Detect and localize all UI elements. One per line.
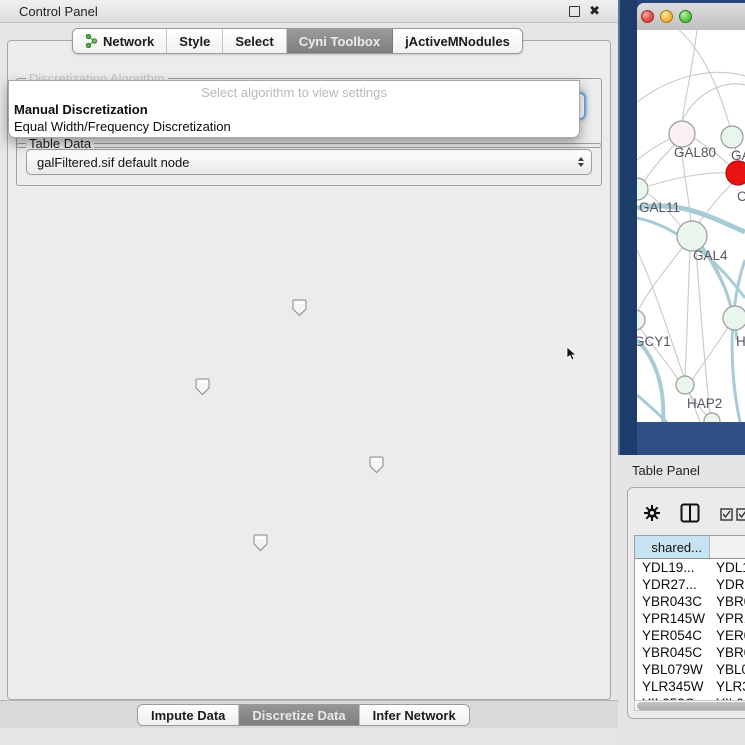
node-gal11[interactable] (637, 178, 648, 200)
algorithm-dropdown-popup: Select algorithm to view settings Manual… (8, 80, 580, 138)
gear-icon[interactable] (643, 504, 661, 522)
table-header-row: shared... n (635, 536, 745, 559)
zoom-traffic-light-icon[interactable] (679, 10, 692, 23)
tab-label: Infer Network (373, 708, 456, 723)
cell-shared[interactable]: YPR145W (635, 610, 710, 627)
table-row[interactable]: YPR145WYPR1 (635, 610, 745, 627)
tab-label: Select (235, 34, 273, 49)
table-panel: Table Panel (618, 455, 745, 745)
network-window-titlebar[interactable] (637, 3, 745, 31)
cell-name[interactable]: YDL1 (710, 559, 745, 576)
tab-jactivemnodules[interactable]: jActiveMNodules (393, 29, 522, 53)
table-row[interactable]: YBR043CYBR0 (635, 593, 745, 610)
node-label-hap2: HAP2 (687, 396, 722, 411)
table-panel-box: shared... n YDL19...YDL1 YDR27...YDR2 YB… (627, 487, 745, 719)
column-header-name[interactable]: n (710, 536, 745, 558)
menu-item-equal-width-discretization[interactable]: Equal Width/Frequency Discretization (14, 119, 231, 134)
tab-select[interactable]: Select (223, 29, 286, 53)
cell-shared[interactable]: YBR043C (635, 593, 710, 610)
node-table: shared... n YDL19...YDL1 YDR27...YDR2 YB… (634, 535, 745, 701)
node-label-gal80: GAL80 (674, 145, 716, 160)
mouse-cursor (566, 346, 577, 361)
cell-shared[interactable]: YDL19... (635, 559, 710, 576)
cell-name[interactable]: YPR1 (710, 610, 745, 627)
close-traffic-light-icon[interactable] (641, 10, 654, 23)
cell-shared[interactable]: YDR27... (635, 576, 710, 593)
tab-style[interactable]: Style (167, 29, 223, 53)
table-horizontal-scrollbar[interactable] (634, 700, 745, 711)
bottom-tab-strip: Impute Data Discretize Data Infer Networ… (0, 700, 618, 728)
cell-name[interactable]: YBR0 (710, 593, 745, 610)
table-row[interactable]: YLR345WYLR3 (635, 678, 745, 695)
slider-thumb[interactable] (253, 534, 268, 555)
close-icon[interactable]: ✖ (589, 3, 600, 19)
desktop-edge (618, 0, 637, 455)
node-label-ga: GA (731, 148, 745, 163)
node-gal80[interactable] (669, 121, 695, 147)
table-row[interactable]: YER054CYER0 (635, 627, 745, 644)
node-ga[interactable] (721, 126, 743, 148)
algorithm-placeholder: Select algorithm to view settings (9, 85, 579, 100)
cell-shared[interactable]: YBL079W (635, 661, 710, 678)
tab-impute-data[interactable]: Impute Data (138, 705, 239, 725)
node-h[interactable] (723, 306, 745, 330)
slider-thumb[interactable] (195, 378, 210, 399)
cell-shared[interactable]: YLR345W (635, 678, 710, 695)
network-desktop: GAL80 GA C GAL11 GAL4 GCY1 H HAP2 (618, 0, 745, 455)
table-row[interactable]: YDR27...YDR2 (635, 576, 745, 593)
bottom-tabbar: Impute Data Discretize Data Infer Networ… (137, 704, 470, 726)
checkbox-columns-icon[interactable] (720, 508, 745, 521)
tab-label: jActiveMNodules (405, 34, 510, 49)
minimize-traffic-light-icon[interactable] (660, 10, 673, 23)
slider-thumb[interactable] (292, 299, 307, 320)
slider-thumb[interactable] (369, 456, 384, 477)
cell-shared[interactable]: YBR045C (635, 644, 710, 661)
tab-label: Network (103, 34, 154, 49)
tab-cyni-toolbox[interactable]: Cyni Toolbox (287, 29, 393, 53)
node-gal4[interactable] (677, 221, 707, 251)
cell-name[interactable]: YLR3 (710, 678, 745, 695)
node-label-c: C (737, 189, 745, 204)
node-red-selected[interactable] (726, 161, 745, 185)
screen: Control Panel ✖ Network Style Select Cyn… (0, 0, 745, 745)
node-label-h: H (736, 334, 745, 349)
control-panel: Control Panel ✖ Network Style Select Cyn… (0, 0, 618, 745)
tab-discretize-data[interactable]: Discretize Data (239, 705, 359, 725)
cell-name[interactable]: YER0 (710, 627, 745, 644)
table-panel-title: Table Panel (632, 463, 700, 478)
cell-name[interactable]: YDR2 (710, 576, 745, 593)
network-canvas[interactable]: GAL80 GA C GAL11 GAL4 GCY1 H HAP2 (637, 30, 745, 422)
combo-spinner-icon (578, 157, 584, 167)
column-layout-icon[interactable] (680, 503, 700, 523)
menu-item-manual-discretization[interactable]: Manual Discretization (14, 102, 148, 117)
tab-infer-network[interactable]: Infer Network (360, 705, 469, 725)
cell-name[interactable]: YBR0 (710, 644, 745, 661)
tab-label: Discretize Data (252, 708, 345, 723)
node-gcy1[interactable] (637, 310, 645, 330)
control-panel-titlebar: Control Panel ✖ (0, 0, 618, 23)
node-label-gcy1: GCY1 (637, 334, 671, 349)
node-partial[interactable] (704, 413, 720, 422)
table-horizontal-scrollbar-thumb[interactable] (637, 702, 745, 710)
cell-name[interactable]: YBL0 (710, 661, 745, 678)
tab-network[interactable]: Network (73, 29, 167, 53)
node-label-gal4: GAL4 (693, 248, 728, 263)
tab-label: Cyni Toolbox (299, 34, 380, 49)
float-window-icon[interactable] (569, 6, 580, 17)
table-row[interactable]: YBL079WYBL0 (635, 661, 745, 678)
table-row[interactable]: YDL19...YDL1 (635, 559, 745, 576)
table-data-combo[interactable]: galFiltered.sif default node (26, 149, 592, 175)
table-row[interactable]: YBR045CYBR0 (635, 644, 745, 661)
panel-title: Control Panel (19, 4, 98, 19)
network-icon (85, 34, 98, 48)
control-panel-tabbar: Network Style Select Cyni Toolbox jActiv… (72, 28, 523, 54)
column-header-shared-name[interactable]: shared... (635, 536, 710, 558)
network-graph: GAL80 GA C GAL11 GAL4 GCY1 H HAP2 (637, 30, 745, 422)
tab-label: Style (179, 34, 210, 49)
cell-shared[interactable]: YER054C (635, 627, 710, 644)
tab-label: Impute Data (151, 708, 225, 723)
node-hap2[interactable] (676, 376, 694, 394)
table-data-combo-value: galFiltered.sif default node (37, 155, 189, 170)
node-label-gal11: GAL11 (639, 200, 680, 215)
